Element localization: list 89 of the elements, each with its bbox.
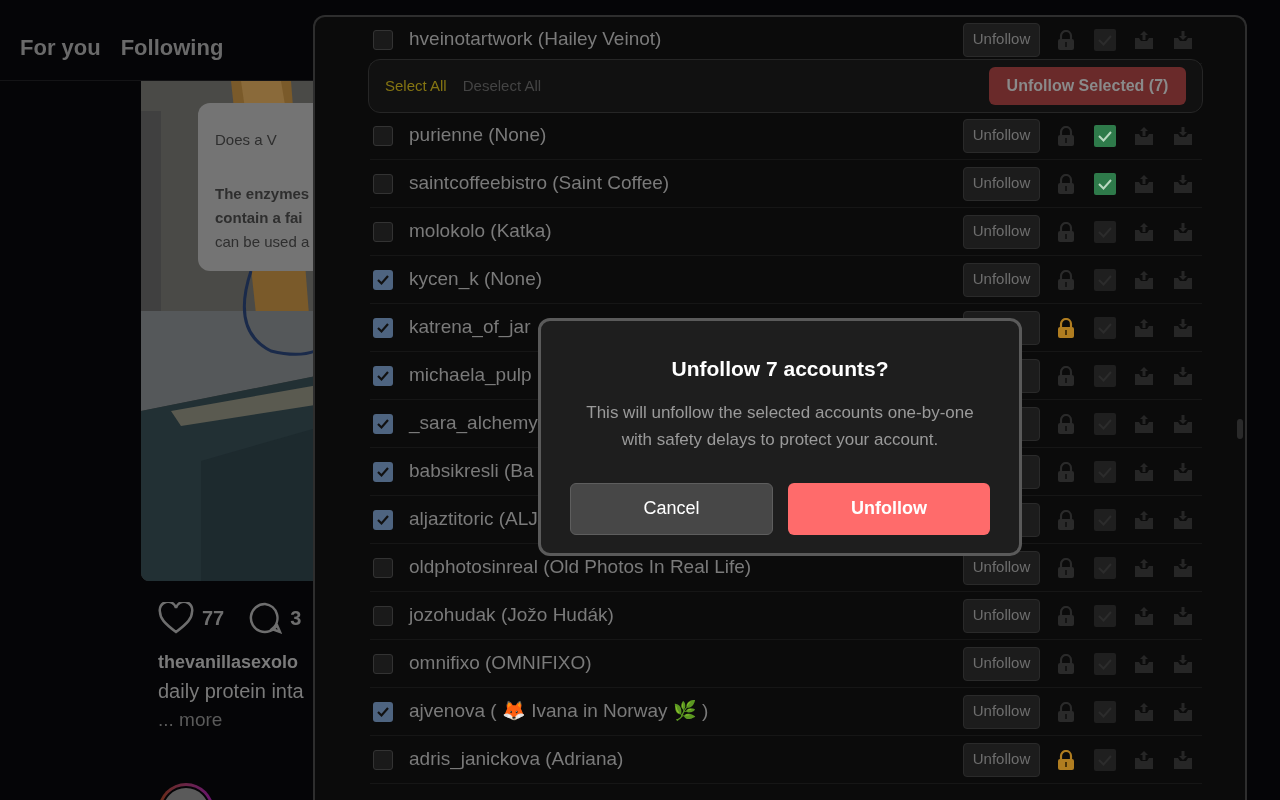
tray-upload-icon[interactable] <box>1134 173 1155 194</box>
checkbox[interactable] <box>373 701 393 722</box>
tray-download-icon[interactable] <box>1172 317 1193 338</box>
tray-download-icon[interactable] <box>1172 413 1193 434</box>
checkbox[interactable] <box>373 365 393 386</box>
like-count: 77 <box>202 606 225 631</box>
cancel-button[interactable]: Cancel <box>570 482 773 535</box>
post-caption: daily protein inta <box>158 679 305 704</box>
tray-download-icon[interactable] <box>1172 653 1193 674</box>
checkbox[interactable] <box>373 269 393 290</box>
tray-download-icon[interactable] <box>1172 221 1193 242</box>
checkbox[interactable] <box>373 317 393 338</box>
checkbox[interactable] <box>373 653 393 674</box>
account-name: jozohudak (Jožo Hudák) <box>409 603 614 628</box>
checkbox[interactable] <box>373 29 393 50</box>
feed-tab[interactable]: Following <box>120 31 224 64</box>
checkbox[interactable] <box>373 221 393 242</box>
tray-download-icon[interactable] <box>1172 557 1193 578</box>
comment-icon[interactable] <box>248 601 283 635</box>
tray-upload-icon[interactable] <box>1134 701 1155 722</box>
tray-upload-icon[interactable] <box>1134 269 1155 290</box>
tray-upload-icon[interactable] <box>1134 557 1155 578</box>
unfollow-button[interactable]: Unfollow <box>963 694 1040 729</box>
account-name: oldphotosinreal (Old Photos In Real Life) <box>409 555 752 580</box>
account-name: aljaztitoric (ALJ <box>409 507 538 532</box>
heart-icon[interactable] <box>158 602 194 634</box>
tray-download-icon[interactable] <box>1172 173 1193 194</box>
account-name: purienne (None) <box>409 123 547 148</box>
tray-download-icon[interactable] <box>1172 605 1193 626</box>
card-text: The enzymes <box>215 183 311 204</box>
scrollbar-thumb[interactable] <box>1237 419 1243 439</box>
unfollow-button[interactable]: Unfollow <box>963 742 1040 777</box>
checkbox[interactable] <box>373 413 393 434</box>
unfollow-button[interactable]: Unfollow <box>963 598 1040 633</box>
card-text: can be used a <box>215 231 311 252</box>
dialog-title: Unfollow 7 accounts? <box>671 356 889 382</box>
post-username: thevanillasexolo <box>158 651 300 674</box>
account-name: omnifixo (OMNIFIXO) <box>409 651 592 676</box>
dialog-message: This will unfollow the selected accounts one-by-one with safety delays to protect your account. <box>585 401 975 451</box>
tray-upload-icon[interactable] <box>1134 509 1155 530</box>
tray-download-icon[interactable] <box>1172 701 1193 722</box>
tray-upload-icon[interactable] <box>1134 413 1155 434</box>
account-name: saintcoffeebistro (Saint Coffee) <box>409 171 670 196</box>
tray-upload-icon[interactable] <box>1134 653 1155 674</box>
tray-download-icon[interactable] <box>1172 29 1193 50</box>
card-text: contain a fai <box>215 207 304 228</box>
unfollow-button[interactable]: Unfollow <box>788 482 990 535</box>
tray-download-icon[interactable] <box>1172 365 1193 386</box>
tray-upload-icon[interactable] <box>1134 317 1155 338</box>
checkbox[interactable] <box>373 461 393 482</box>
unfollow-button[interactable]: Unfollow <box>963 646 1040 681</box>
unfollow-button[interactable]: Unfollow <box>963 262 1040 297</box>
tray-download-icon[interactable] <box>1172 125 1193 146</box>
tray-upload-icon[interactable] <box>1134 461 1155 482</box>
unfollow-button[interactable]: Unfollow <box>963 166 1040 201</box>
checkbox[interactable] <box>373 509 393 530</box>
feed-tab[interactable]: For you <box>20 31 101 64</box>
account-name: katrena_of_jar <box>409 315 531 340</box>
unfollow-button[interactable]: Unfollow <box>963 118 1040 153</box>
more-link[interactable]: ... more <box>158 706 223 735</box>
checkbox[interactable] <box>373 749 393 770</box>
tray-download-icon[interactable] <box>1172 749 1193 770</box>
comment-count: 3 <box>290 606 302 631</box>
account-name: babsikresli (Ba <box>409 459 534 484</box>
checkbox[interactable] <box>373 557 393 578</box>
account-name: _sara_alchemy <box>409 411 538 436</box>
tray-upload-icon[interactable] <box>1134 221 1155 242</box>
checkbox[interactable] <box>373 125 393 146</box>
unfollow-button[interactable]: Unfollow <box>963 214 1040 249</box>
unfollow-selected-button[interactable]: Unfollow Selected (7) <box>989 67 1186 105</box>
account-name: molokolo (Katka) <box>409 219 552 244</box>
tray-upload-icon[interactable] <box>1134 365 1155 386</box>
tray-upload-icon[interactable] <box>1134 125 1155 146</box>
tray-download-icon[interactable] <box>1172 461 1193 482</box>
tray-download-icon[interactable] <box>1172 509 1193 530</box>
account-name: kycen_k (None) <box>409 267 543 292</box>
tray-upload-icon[interactable] <box>1134 749 1155 770</box>
account-name: michaela_pulp <box>409 363 532 388</box>
card-question: Does a V <box>215 130 278 150</box>
unfollow-button[interactable]: Unfollow <box>963 22 1040 57</box>
select-all-button[interactable]: Select All <box>385 74 447 98</box>
checkbox[interactable] <box>373 605 393 626</box>
checkbox[interactable] <box>373 173 393 194</box>
account-name: adris_janickova (Adriana) <box>409 747 624 772</box>
tray-upload-icon[interactable] <box>1134 605 1155 626</box>
tray-download-icon[interactable] <box>1172 269 1193 290</box>
account-name: hveinotartwork (Hailey Veinot) <box>409 27 662 52</box>
tray-upload-icon[interactable] <box>1134 29 1155 50</box>
account-name: ajvenova ( 🦊 Ivana in Norway 🌿 ) <box>409 699 709 724</box>
